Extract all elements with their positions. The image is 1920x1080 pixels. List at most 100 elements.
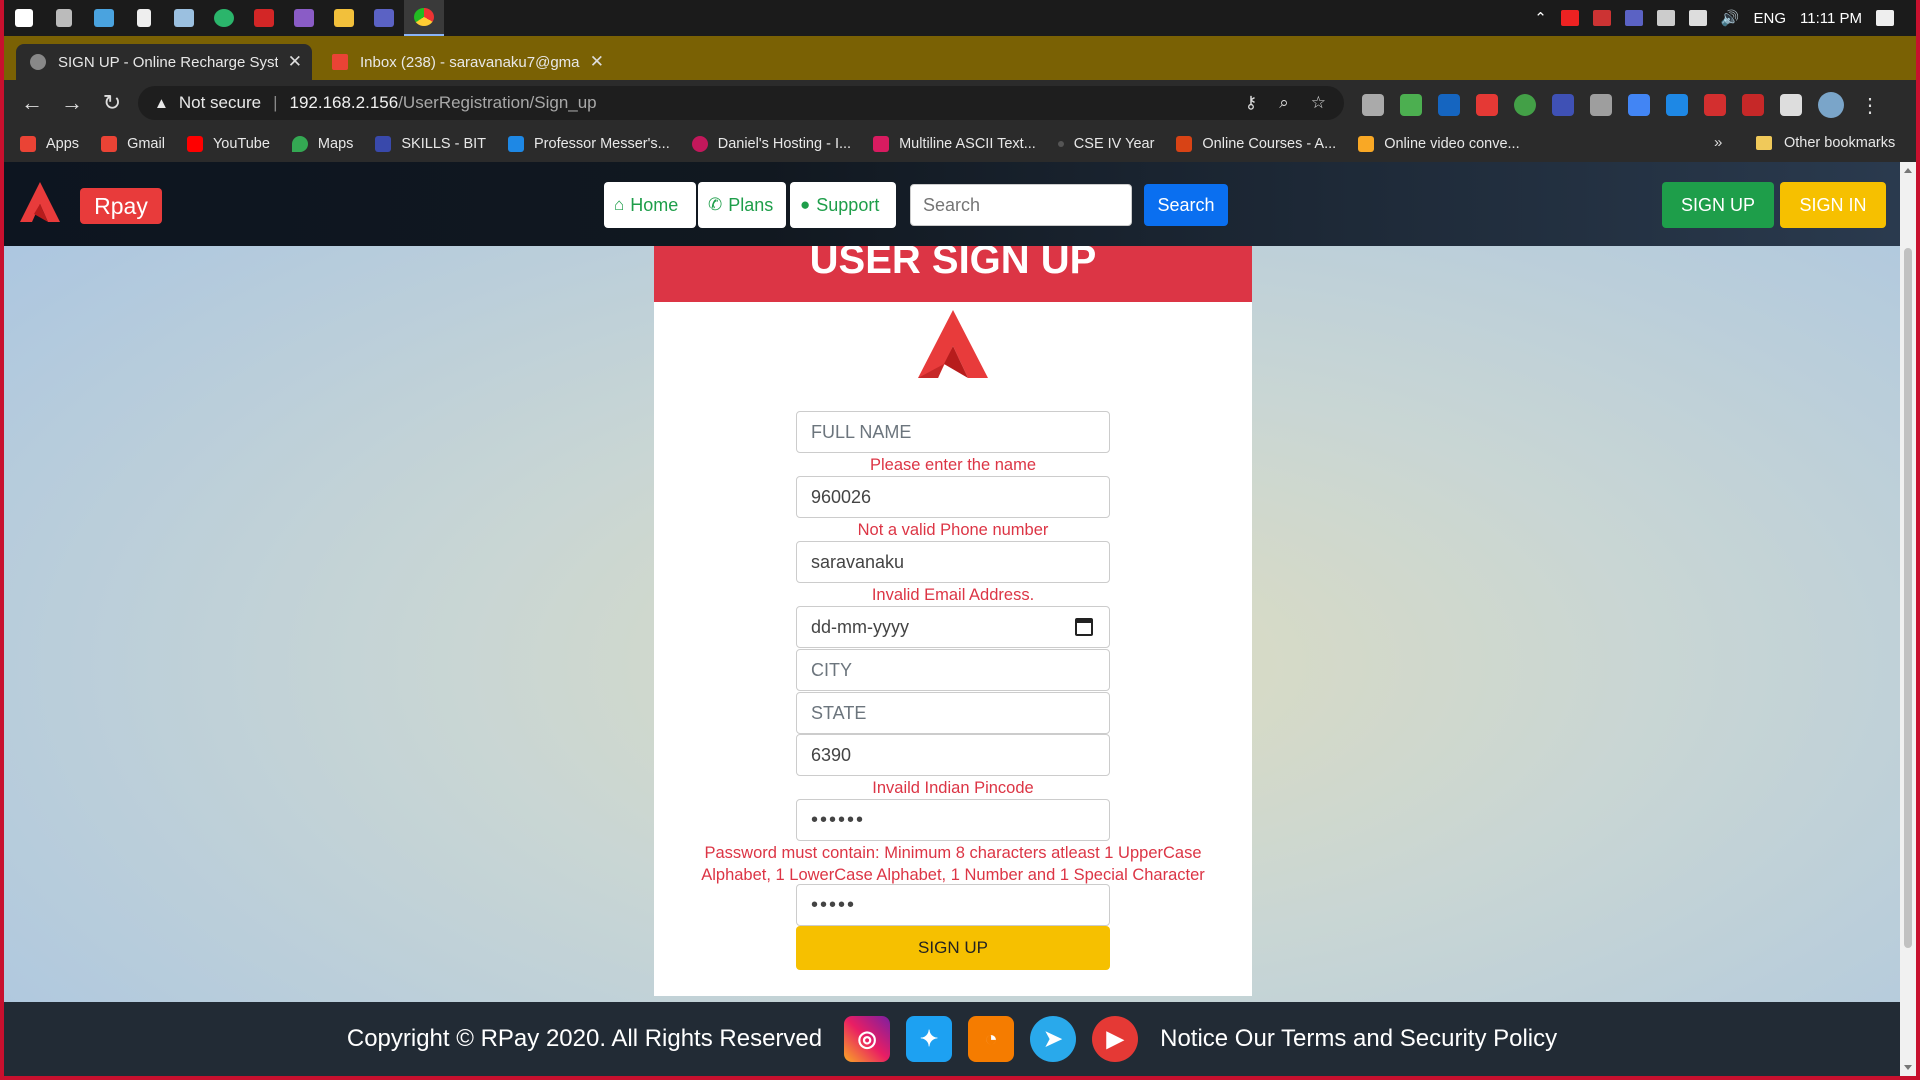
brand-name[interactable]: Rpay: [80, 188, 162, 224]
bookmark-messer[interactable]: Professor Messer's...: [508, 136, 670, 152]
drive-icon[interactable]: [1590, 94, 1612, 116]
state-field[interactable]: STATE: [796, 692, 1110, 734]
video-converter-icon: [1358, 136, 1375, 152]
signup-nav-button[interactable]: SIGN UP: [1662, 182, 1774, 228]
bookmark-cse[interactable]: CSE IV Year: [1057, 136, 1154, 152]
close-icon[interactable]: ✕: [288, 52, 302, 72]
extension-icon[interactable]: [1514, 94, 1536, 116]
bookmarks-bar: Apps Gmail YouTube Maps SKILLS - BIT Pro…: [4, 126, 1916, 162]
star-icon[interactable]: ☆: [1311, 93, 1326, 113]
bookmark-ascii[interactable]: Multiline ASCII Text...: [873, 136, 1036, 152]
scrollbar-thumb[interactable]: [1904, 248, 1912, 948]
phone-field[interactable]: 960026: [796, 476, 1110, 518]
network-icon[interactable]: [1688, 10, 1707, 26]
bookmark-skills[interactable]: SKILLS - BIT: [375, 136, 486, 152]
language-indicator[interactable]: ENG: [1754, 10, 1787, 27]
page-scrollbar[interactable]: [1900, 162, 1916, 1076]
apps-grid-icon: [20, 136, 36, 152]
other-bookmarks[interactable]: Other bookmarks: [1756, 135, 1895, 151]
teams-icon[interactable]: [364, 0, 404, 36]
back-button[interactable]: ←: [12, 90, 52, 116]
full-name-field[interactable]: FULL NAME: [796, 411, 1110, 453]
extension-icon[interactable]: [1438, 94, 1460, 116]
battery-icon[interactable]: [1656, 10, 1675, 26]
close-icon[interactable]: ✕: [590, 52, 604, 72]
more-bookmarks-button[interactable]: »: [1714, 134, 1722, 151]
site-search-input[interactable]: [910, 184, 1132, 226]
form-title: USER SIGN UP: [654, 246, 1252, 302]
tray-app-icon[interactable]: [1560, 10, 1579, 26]
bookmark-gmail[interactable]: Gmail: [101, 136, 165, 152]
nav-home[interactable]: ⌂ Home: [604, 182, 696, 228]
clock[interactable]: 11:11 PM: [1800, 10, 1862, 27]
signup-submit-button[interactable]: SIGN UP: [796, 926, 1110, 970]
app-icon-2[interactable]: [124, 0, 164, 36]
menu-icon[interactable]: ⋮: [1860, 93, 1880, 118]
visual-studio-icon[interactable]: [284, 0, 324, 36]
extension-icon[interactable]: [1552, 94, 1574, 116]
file-explorer-icon[interactable]: [324, 0, 364, 36]
pincode-field[interactable]: 6390: [796, 734, 1110, 776]
scroll-up-icon[interactable]: [1904, 168, 1912, 173]
warning-icon[interactable]: ▲: [154, 95, 169, 112]
twitter-icon[interactable]: ✦: [906, 1016, 953, 1062]
bookmark-courses[interactable]: Online Courses - A...: [1176, 136, 1336, 152]
chevron-up-icon[interactable]: ⌃: [1534, 9, 1547, 27]
confirm-password-field[interactable]: •••••: [796, 884, 1110, 926]
app-icon-4[interactable]: [244, 0, 284, 36]
forward-button[interactable]: →: [52, 90, 92, 116]
zoom-icon[interactable]: ⌕: [1279, 93, 1289, 113]
bookmark-youtube[interactable]: YouTube: [186, 136, 270, 152]
extension-icon[interactable]: [1362, 94, 1384, 116]
volume-icon[interactable]: 🔊: [1721, 9, 1740, 27]
extension-icon[interactable]: [1476, 94, 1498, 116]
windows-start-icon[interactable]: [4, 0, 44, 36]
tab-signup[interactable]: SIGN UP - Online Recharge Syste ✕: [16, 44, 312, 80]
site-footer: Copyright © RPay 2020. All Rights Reserv…: [4, 1002, 1900, 1076]
city-field[interactable]: CITY: [796, 649, 1110, 691]
nav-support[interactable]: ● Support: [790, 182, 896, 228]
chrome-taskbar-icon[interactable]: [404, 0, 444, 36]
nav-plans[interactable]: ✆ Plans: [698, 182, 786, 228]
bookmark-daniels[interactable]: Daniel's Hosting - I...: [691, 136, 851, 152]
task-view-icon[interactable]: [44, 0, 84, 36]
extension-icon[interactable]: [1704, 94, 1726, 116]
key-icon[interactable]: ⚷: [1245, 93, 1257, 113]
bookmark-apps[interactable]: Apps: [20, 136, 79, 152]
password-field[interactable]: ••••••: [796, 799, 1110, 841]
edge-icon[interactable]: [204, 0, 244, 36]
extension-icon[interactable]: [1742, 94, 1764, 116]
rpay-logo-icon[interactable]: [18, 180, 62, 224]
bookmark-maps[interactable]: Maps: [291, 136, 353, 152]
app-icon-3[interactable]: [164, 0, 204, 36]
tab-inbox[interactable]: Inbox (238) - saravanaku7@gmai ✕: [318, 44, 614, 80]
terms-notice-link[interactable]: Notice Our Terms and Security Policy: [1160, 1025, 1557, 1053]
puzzle-icon[interactable]: [1780, 94, 1802, 116]
password-error-line2: Alphabet, 1 LowerCase Alphabet, 1 Number…: [701, 866, 1205, 884]
notification-icon[interactable]: [1876, 10, 1894, 26]
rss-icon[interactable]: ◔: [968, 1016, 1015, 1062]
security-label[interactable]: Not secure: [179, 93, 261, 113]
instagram-icon[interactable]: ◎: [844, 1016, 891, 1062]
tray-app-icon[interactable]: [1592, 10, 1611, 26]
telegram-icon[interactable]: ➤: [1030, 1016, 1077, 1062]
bookmark-label: YouTube: [212, 136, 270, 152]
extension-icon[interactable]: [1400, 94, 1422, 116]
url-path: /UserRegistration/Sign_up: [398, 93, 597, 112]
extension-icon[interactable]: [1666, 94, 1688, 116]
app-icon-1[interactable]: [84, 0, 124, 36]
translate-icon[interactable]: [1628, 94, 1650, 116]
address-bar[interactable]: ▲ Not secure | 192.168.2.156/UserRegistr…: [138, 86, 1344, 120]
tray-app-icon[interactable]: [1624, 10, 1643, 26]
signin-nav-button[interactable]: SIGN IN: [1780, 182, 1886, 228]
profile-avatar[interactable]: [1818, 92, 1844, 118]
reload-button[interactable]: ↻: [92, 90, 132, 116]
bookmark-video[interactable]: Online video conve...: [1358, 136, 1520, 152]
dob-field[interactable]: dd-mm-yyyy: [796, 606, 1110, 648]
scroll-down-icon[interactable]: [1904, 1065, 1912, 1070]
email-field[interactable]: saravanaku: [796, 541, 1110, 583]
youtube-icon[interactable]: ▶: [1092, 1016, 1139, 1062]
calendar-icon[interactable]: [1075, 618, 1093, 636]
site-search-button[interactable]: Search: [1144, 184, 1228, 226]
nav-support-label: Support: [816, 194, 880, 215]
